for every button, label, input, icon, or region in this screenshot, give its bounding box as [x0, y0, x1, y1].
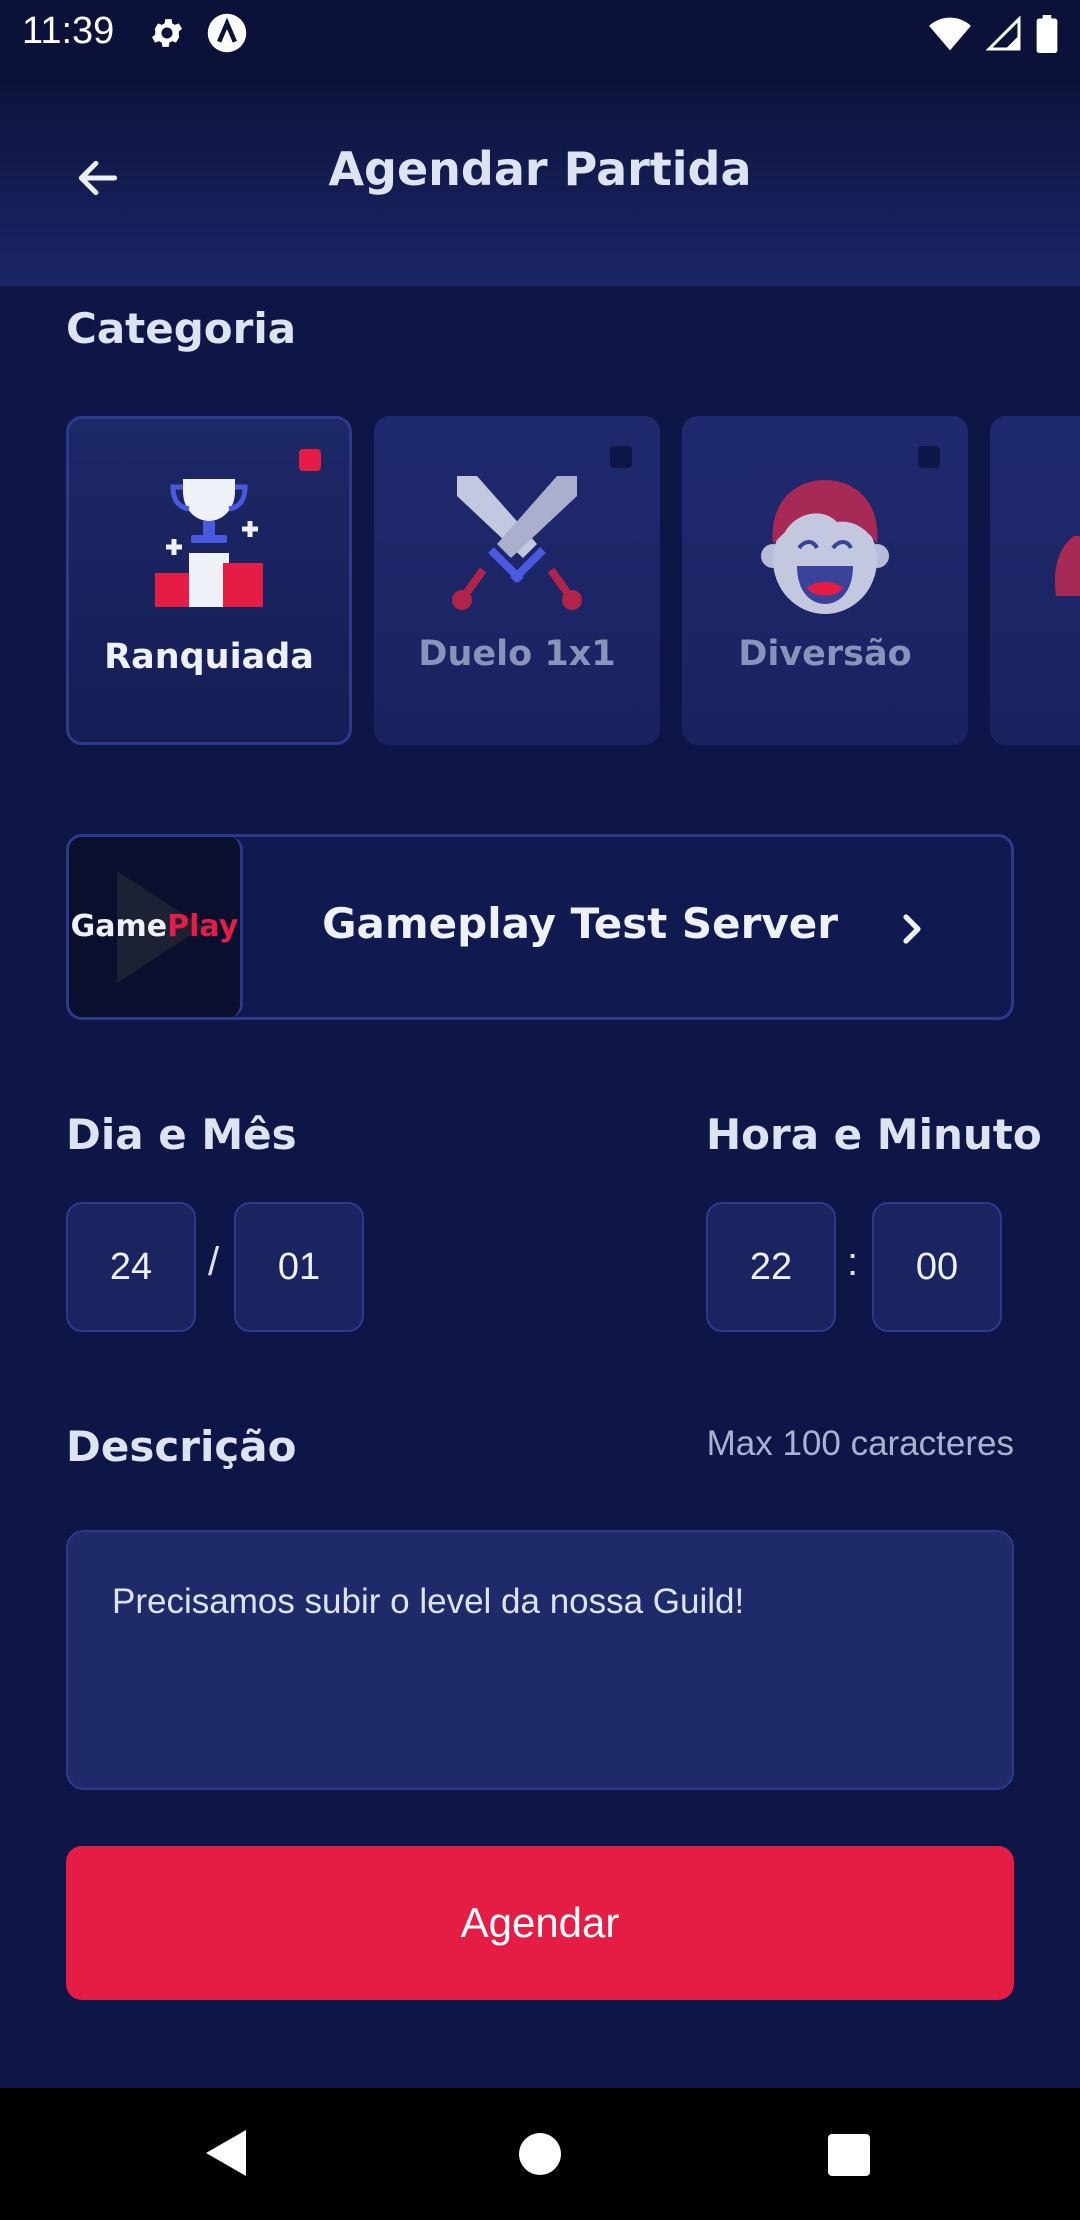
- nav-recents-icon[interactable]: [828, 2134, 870, 2180]
- category-card-duelo[interactable]: Duelo 1x1: [374, 416, 660, 745]
- gear-icon: [148, 14, 186, 56]
- description-label: Descrição: [66, 1422, 297, 1471]
- a-circle-icon: [206, 12, 248, 58]
- category-card-ranquiada[interactable]: Ranquiada: [66, 416, 352, 745]
- category-label-text: Diversão: [738, 634, 912, 674]
- crossed-swords-icon: [374, 474, 660, 614]
- category-label: Categoria: [66, 304, 297, 353]
- selection-indicator: [610, 446, 632, 468]
- signal-icon: [985, 15, 1022, 56]
- trophy-podium-icon: [69, 477, 349, 617]
- date-label: Dia e Mês: [66, 1110, 297, 1159]
- char-limit-hint: Max 100 caracteres: [706, 1424, 1014, 1463]
- time-separator: :: [847, 1240, 859, 1284]
- nav-home-icon[interactable]: [518, 2132, 562, 2180]
- server-select[interactable]: GamePlay Gameplay Test Server: [66, 834, 1014, 1020]
- laughing-face-icon: [682, 474, 968, 614]
- schedule-button[interactable]: Agendar: [66, 1846, 1014, 2000]
- status-bar: 11:39: [0, 0, 1080, 68]
- server-name: Gameplay Test Server: [322, 899, 838, 948]
- battery-icon: [1036, 15, 1058, 57]
- category-card-diversao[interactable]: Diversão: [682, 416, 968, 745]
- category-card-partial[interactable]: [990, 416, 1080, 745]
- category-label-text: Ranquiada: [104, 637, 314, 677]
- time-label: Hora e Minuto: [706, 1110, 1042, 1159]
- server-thumbnail: GamePlay: [69, 837, 243, 1017]
- category-label-text: Duelo 1x1: [418, 634, 616, 674]
- category-icon-partial: [1054, 536, 1080, 596]
- selection-indicator: [299, 449, 321, 471]
- system-nav-bar: [0, 2088, 1080, 2220]
- server-logo: GamePlay: [70, 909, 239, 944]
- month-input[interactable]: 01: [234, 1202, 364, 1332]
- hour-input[interactable]: 22: [706, 1202, 836, 1332]
- chevron-right-icon: [895, 909, 929, 953]
- page-title: Agendar Partida: [328, 142, 752, 196]
- description-input[interactable]: Precisamos subir o level da nossa Guild!: [66, 1530, 1014, 1790]
- nav-back-icon[interactable]: [204, 2128, 248, 2182]
- app-header: Agendar Partida: [0, 68, 1080, 286]
- minute-input[interactable]: 00: [872, 1202, 1002, 1332]
- selection-indicator: [918, 446, 940, 468]
- day-input[interactable]: 24: [66, 1202, 196, 1332]
- status-time: 11:39: [22, 10, 115, 52]
- wifi-icon: [928, 14, 972, 58]
- date-separator: /: [208, 1240, 220, 1284]
